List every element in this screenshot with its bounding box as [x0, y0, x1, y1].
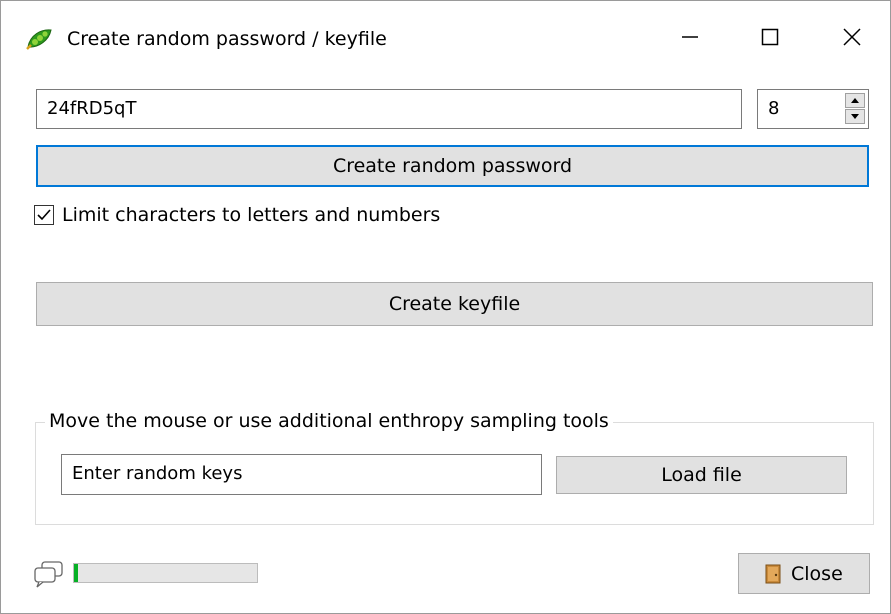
entropy-group-label: Move the mouse or use additional enthrop…: [45, 410, 613, 432]
progress-fill: [74, 564, 78, 582]
arrow-up-icon: [851, 98, 859, 103]
minimize-button[interactable]: [665, 15, 715, 59]
limit-chars-checkbox[interactable]: [34, 205, 54, 225]
limit-chars-label: Limit characters to letters and numbers: [62, 204, 441, 226]
create-keyfile-button[interactable]: Create keyfile: [36, 282, 873, 326]
length-spinner[interactable]: 8: [757, 89, 869, 129]
maximize-button[interactable]: [745, 15, 795, 59]
spin-up-button[interactable]: [845, 93, 865, 108]
pea-pod-icon: [26, 29, 52, 50]
checkmark-icon: [37, 209, 51, 221]
entropy-progress-bar: [73, 563, 258, 583]
close-window-button[interactable]: [827, 15, 877, 59]
create-password-button[interactable]: Create random password: [36, 145, 869, 187]
window-title: Create random password / keyfile: [67, 28, 387, 50]
close-icon: [843, 28, 861, 46]
spin-down-button[interactable]: [845, 109, 865, 124]
limit-chars-option[interactable]: Limit characters to letters and numbers: [34, 204, 440, 226]
maximize-icon: [761, 28, 779, 46]
door-icon: [765, 564, 781, 583]
arrow-down-icon: [851, 114, 859, 119]
load-file-button[interactable]: Load file: [556, 456, 847, 494]
close-button[interactable]: Close: [738, 553, 870, 594]
title-bar: Create random password / keyfile: [1, 1, 890, 77]
length-value: 8: [768, 98, 780, 119]
speech-bubble-icon: [34, 561, 63, 588]
password-field[interactable]: 24fRD5qT: [36, 89, 742, 129]
minimize-icon: [682, 36, 698, 38]
random-keys-input[interactable]: Enter random keys: [61, 454, 542, 495]
dialog-window: Create random password / keyfile 24fRD5q…: [0, 0, 891, 614]
close-button-label: Close: [791, 562, 843, 585]
